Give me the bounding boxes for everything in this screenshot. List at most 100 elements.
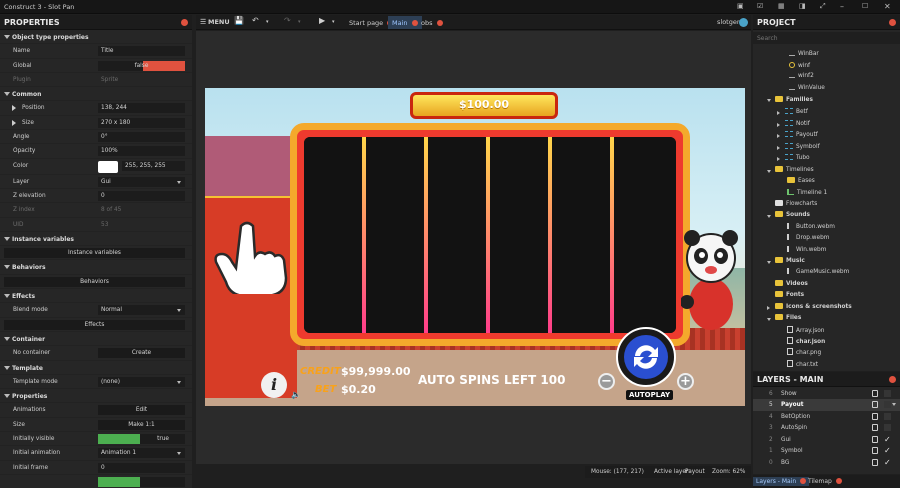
window-icon[interactable]: ▣ bbox=[737, 2, 744, 11]
initially-visible-toggle[interactable]: true bbox=[98, 434, 185, 445]
close-panel-icon[interactable] bbox=[889, 376, 896, 383]
zelevation-field[interactable]: 0 bbox=[98, 190, 185, 201]
folder-music[interactable]: Music bbox=[775, 257, 805, 268]
game-scene[interactable]: $100.00 i 🔈 CREDIT $99,999.00 BET $0.20 … bbox=[205, 88, 745, 406]
opacity-field[interactable]: 100% bbox=[98, 146, 185, 157]
menu-icon[interactable]: ☰ bbox=[200, 18, 206, 26]
initial-animation-select[interactable]: Animation 1 bbox=[98, 448, 185, 459]
edit-animations-button[interactable]: Edit bbox=[98, 405, 185, 416]
undo-dropdown-icon[interactable]: ▾ bbox=[266, 19, 269, 25]
collapse-icon[interactable] bbox=[767, 170, 771, 173]
collapse-icon[interactable] bbox=[767, 99, 771, 102]
instance-variables-button[interactable]: Instance variables bbox=[4, 248, 185, 259]
folder-sounds[interactable]: Sounds bbox=[775, 211, 810, 222]
fullscreen-icon[interactable]: ⤢ bbox=[820, 2, 826, 11]
collapse-icon[interactable] bbox=[767, 318, 771, 321]
lock-icon[interactable] bbox=[872, 424, 878, 431]
play-icon[interactable]: ▶ bbox=[319, 16, 325, 25]
folder-icons[interactable]: Icons & screenshots bbox=[775, 303, 852, 314]
tab-close-icon[interactable] bbox=[835, 478, 842, 484]
expand-icon[interactable] bbox=[777, 146, 780, 150]
tree-item[interactable]: Array.json bbox=[787, 326, 824, 337]
tree-item[interactable]: GameMusic.webm bbox=[787, 268, 849, 279]
project-search-input[interactable]: Search bbox=[753, 32, 900, 44]
layer-select[interactable]: Gui bbox=[98, 176, 185, 187]
minus-button[interactable]: − bbox=[598, 373, 615, 390]
save-icon[interactable]: 💾 bbox=[234, 16, 244, 25]
menu-button[interactable]: MENU bbox=[208, 18, 230, 26]
color-field[interactable]: 255, 255, 255 bbox=[122, 160, 185, 171]
collapse-icon[interactable] bbox=[767, 261, 771, 264]
tree-item[interactable]: Tubo bbox=[785, 154, 810, 165]
tree-item[interactable]: Betf bbox=[785, 108, 808, 119]
folder-families[interactable]: Families bbox=[775, 96, 813, 107]
layer-row[interactable]: 4 BetOption bbox=[753, 411, 900, 423]
user-name[interactable]: slotgen bbox=[717, 18, 741, 26]
tree-item[interactable]: WinBar bbox=[789, 51, 819, 62]
close-icon[interactable]: ✕ bbox=[884, 2, 891, 11]
close-panel-icon[interactable] bbox=[889, 19, 896, 26]
lock-icon[interactable] bbox=[872, 390, 878, 397]
section-instance-variables[interactable]: Instance variables bbox=[0, 231, 192, 247]
section-behaviors[interactable]: Behaviors bbox=[0, 260, 192, 275]
section-properties[interactable]: Properties bbox=[0, 389, 192, 404]
layer-row[interactable]: 1 Symbol ✓ bbox=[753, 445, 900, 457]
size-field[interactable]: 270 x 180 bbox=[98, 117, 185, 128]
section-container[interactable]: Container bbox=[0, 331, 192, 347]
folder-videos[interactable]: Videos bbox=[775, 280, 808, 291]
expand-icon[interactable] bbox=[777, 134, 780, 138]
create-button[interactable]: Create bbox=[98, 348, 185, 359]
user-avatar[interactable] bbox=[739, 18, 748, 27]
expand-icon[interactable] bbox=[777, 157, 780, 161]
redo-dropdown-icon[interactable]: ▾ bbox=[298, 19, 301, 25]
tree-item[interactable]: winf2 bbox=[789, 73, 814, 84]
tab-tilemap[interactable]: Tilemap bbox=[805, 477, 845, 486]
expand-icon[interactable] bbox=[12, 105, 16, 112]
lock-icon[interactable] bbox=[872, 413, 878, 420]
tree-item[interactable]: Drop.webm bbox=[787, 234, 829, 245]
minimize-icon[interactable]: – bbox=[840, 2, 844, 11]
tree-item[interactable]: Symbolf bbox=[785, 143, 820, 154]
maximize-icon[interactable]: ☐ bbox=[862, 2, 868, 11]
section-object-type[interactable]: Object type properties bbox=[0, 30, 192, 45]
info-button[interactable]: i bbox=[261, 372, 287, 398]
make-1-1-button[interactable]: Make 1:1 bbox=[98, 419, 185, 430]
close-panel-icon[interactable] bbox=[181, 19, 188, 26]
next-toggle[interactable] bbox=[98, 476, 185, 487]
folder-files[interactable]: Files bbox=[775, 314, 801, 325]
expand-icon[interactable] bbox=[767, 306, 770, 310]
tree-item[interactable]: Eases bbox=[787, 177, 815, 188]
visibility-checkbox[interactable] bbox=[884, 424, 891, 431]
blend-select[interactable]: Normal bbox=[98, 305, 185, 316]
tree-item[interactable]: Timeline 1 bbox=[787, 189, 827, 200]
layer-row[interactable]: 3 AutoSpin bbox=[753, 422, 900, 434]
autoplay-button[interactable] bbox=[615, 326, 677, 392]
folder-timelines[interactable]: Timelines bbox=[775, 166, 814, 177]
grid-icon[interactable]: ▦ bbox=[778, 2, 785, 11]
layer-row[interactable]: 0 BG ✓ bbox=[753, 457, 900, 469]
play-dropdown-icon[interactable]: ▾ bbox=[332, 19, 335, 25]
layer-row[interactable]: 2 Gui ✓ bbox=[753, 434, 900, 446]
behaviors-button[interactable]: Behaviors bbox=[4, 276, 185, 287]
template-mode-select[interactable]: (none) bbox=[98, 376, 185, 387]
undo-icon[interactable]: ↶ bbox=[252, 16, 259, 25]
tree-item[interactable]: Button.webm bbox=[787, 223, 835, 234]
layer-row[interactable]: 6 Show bbox=[753, 388, 900, 400]
expand-icon[interactable] bbox=[12, 119, 16, 126]
expand-icon[interactable] bbox=[777, 123, 780, 127]
collapse-icon[interactable] bbox=[767, 215, 771, 218]
redo-icon[interactable]: ↷ bbox=[284, 16, 291, 25]
selected-sprite[interactable] bbox=[205, 136, 295, 196]
tree-item[interactable]: Payoutf bbox=[785, 131, 818, 142]
visibility-checkbox[interactable] bbox=[884, 401, 891, 408]
sound-icon[interactable]: 🔈 bbox=[291, 390, 301, 399]
section-effects[interactable]: Effects bbox=[0, 289, 192, 304]
tree-item[interactable]: winf bbox=[789, 62, 810, 73]
lock-icon[interactable] bbox=[872, 459, 878, 466]
folder-flowcharts[interactable]: Flowcharts bbox=[775, 200, 817, 211]
tree-item[interactable]: Notif bbox=[785, 120, 810, 131]
tree-item[interactable]: char.png bbox=[787, 348, 821, 359]
position-field[interactable]: 138, 244 bbox=[98, 103, 185, 114]
tree-item[interactable]: Win.webm bbox=[787, 246, 826, 257]
tree-item[interactable]: char.txt bbox=[787, 360, 818, 371]
